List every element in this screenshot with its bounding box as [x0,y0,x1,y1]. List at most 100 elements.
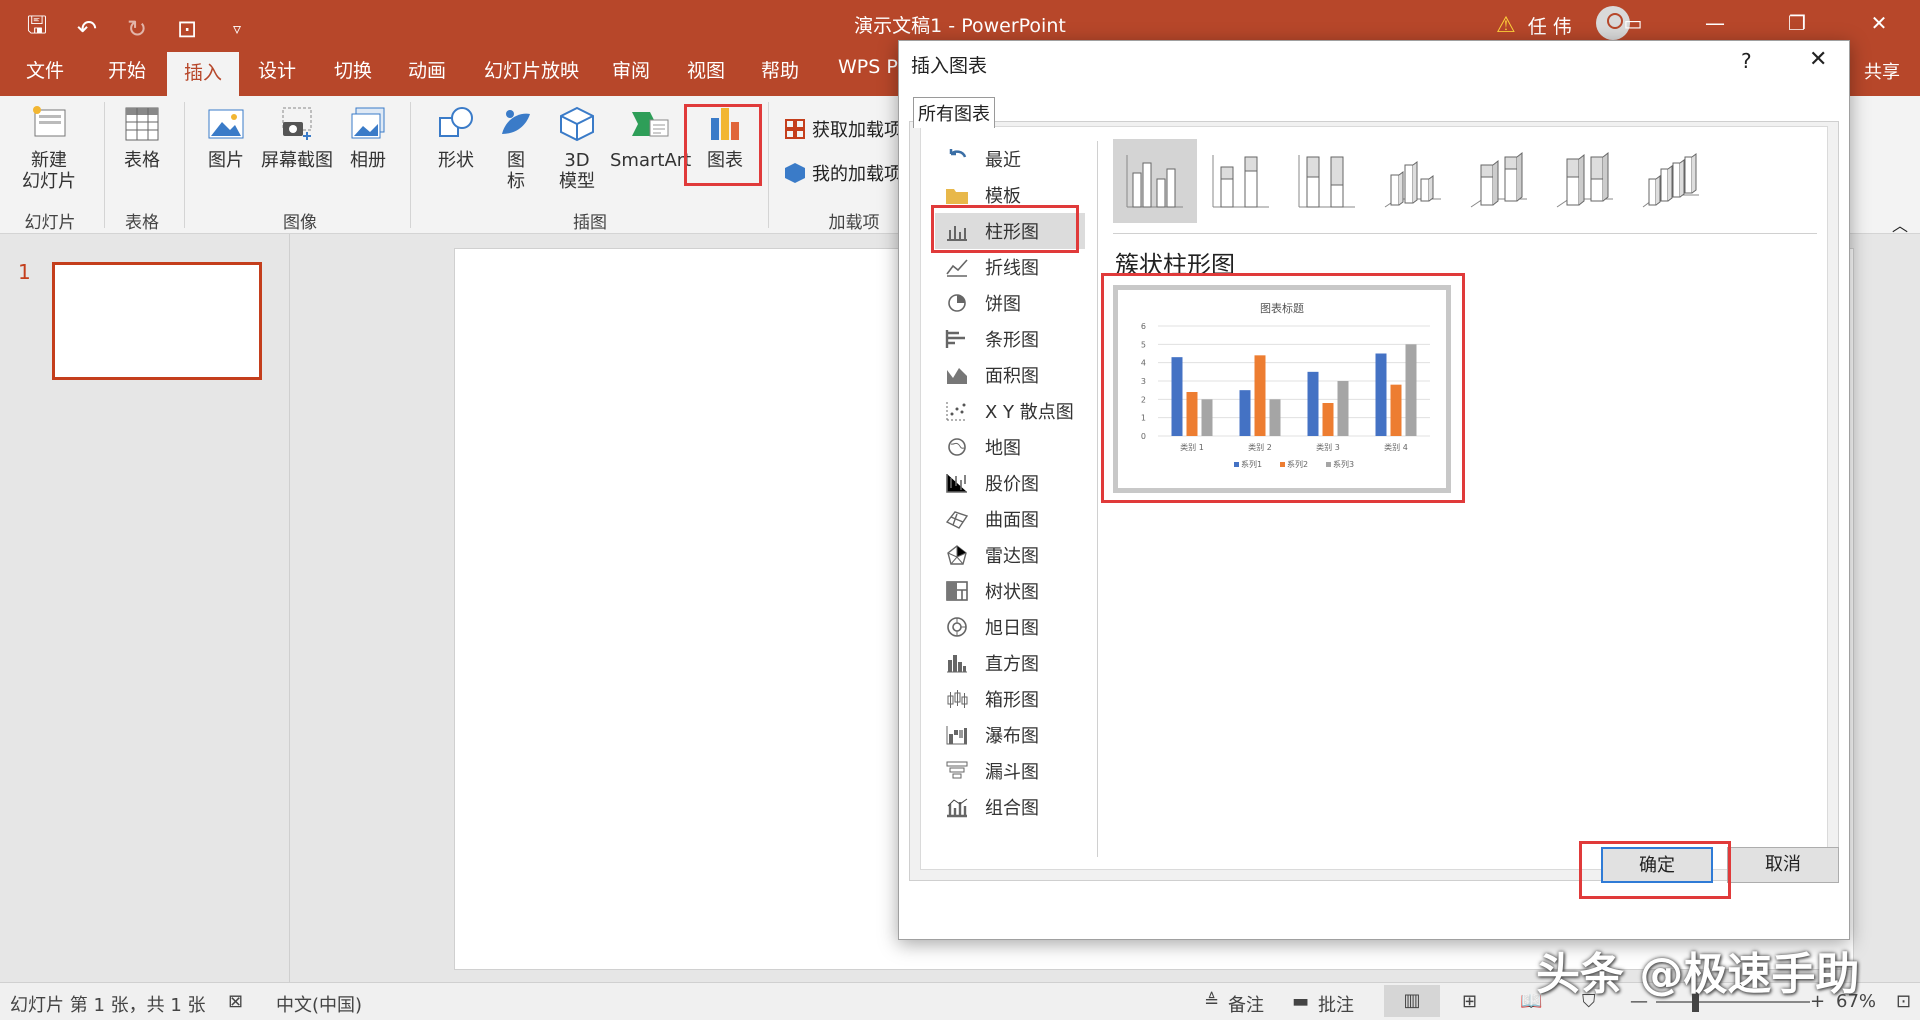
tab-home[interactable]: 开始 [108,56,146,83]
area-chart-icon [945,364,969,386]
notes-icon[interactable]: ≜ [1204,991,1219,1012]
category-treemap[interactable]: 树状图 [935,573,1085,609]
tab-animations[interactable]: 动画 [408,56,446,83]
tab-file[interactable]: 文件 [26,56,64,83]
subtype-3d-column[interactable] [1629,139,1713,223]
stock-chart-icon [945,472,969,494]
category-label: 雷达图 [985,546,1039,567]
slide-sorter-icon[interactable]: ⊞ [1462,991,1477,1012]
category-recent[interactable]: 最近 [935,141,1085,177]
category-histogram[interactable]: 直方图 [935,645,1085,681]
highlight-chart-preview [1101,273,1465,503]
subtype-3d-clustered-column[interactable] [1371,139,1455,223]
chart-subtype-list [1113,139,1713,223]
category-area[interactable]: 面积图 [935,357,1085,393]
store-icon [785,119,805,139]
tab-transitions[interactable]: 切换 [334,56,372,83]
surface-chart-icon [945,508,969,530]
help-icon[interactable]: ? [1741,49,1752,73]
table-label: 表格 [124,150,160,171]
collapse-ribbon-icon[interactable]: ︿ [1892,212,1908,236]
category-surface[interactable]: 曲面图 [935,501,1085,537]
slide-thumbnail[interactable] [52,262,262,380]
table-button[interactable]: 表格 [110,104,174,171]
tab-view[interactable]: 视图 [687,56,725,83]
album-button[interactable]: 相册 [340,104,396,171]
treemap-icon [945,580,969,602]
album-label: 相册 [350,150,386,171]
combo-chart-icon [945,796,969,818]
category-combo[interactable]: 组合图 [935,789,1085,825]
subtype-clustered-column[interactable] [1113,139,1197,223]
category-label: 条形图 [985,330,1039,351]
histogram-icon [945,652,969,674]
warning-icon[interactable]: ⚠ [1496,13,1516,38]
3d-column-icon [1642,153,1699,208]
category-sunburst[interactable]: 旭日图 [935,609,1085,645]
category-scatter[interactable]: X Y 散点图 [935,393,1085,429]
subtype-stacked-column[interactable] [1199,139,1283,223]
group-tables: 表格 [125,213,159,233]
subtype-3d-100-stacked-column[interactable] [1543,139,1627,223]
cancel-button[interactable]: 取消 [1727,847,1839,883]
category-stock[interactable]: 股价图 [935,465,1085,501]
category-funnel[interactable]: 漏斗图 [935,753,1085,789]
normal-view-icon[interactable]: ▥ [1384,985,1440,1017]
picture-button[interactable]: 图片 [196,104,256,171]
get-addins-button[interactable]: 获取加载项 [784,116,902,142]
new-slide-button[interactable]: 新建 幻灯片 [12,104,86,192]
icons-icon [502,110,530,134]
category-label: 曲面图 [985,510,1039,531]
user-name[interactable]: 任 伟 [1528,12,1572,39]
close-icon[interactable]: ✕ [1809,47,1827,72]
screenshot-label: 屏幕截图 [261,150,333,171]
waterfall-icon [945,724,969,746]
picture-icon [208,109,244,139]
category-label: 直方图 [985,654,1039,675]
fit-window-icon[interactable]: ⊡ [1896,991,1911,1012]
comments-icon[interactable]: ▬ [1292,991,1309,1012]
category-waterfall[interactable]: 瀑布图 [935,717,1085,753]
group-slides: 幻灯片 [24,213,76,233]
icons-label: 图 标 [507,150,525,192]
category-line[interactable]: 折线图 [935,249,1085,285]
screenshot-button[interactable]: 屏幕截图 [258,104,336,171]
group-images: 图像 [283,213,317,233]
cube-icon [560,106,594,142]
category-label: 地图 [985,438,1021,459]
category-bar[interactable]: 条形图 [935,321,1085,357]
tab-insert[interactable]: 插入 [167,52,240,96]
new-slide-icon [33,106,66,137]
shapes-button[interactable]: 形状 [428,104,484,171]
subtype-3d-stacked-column[interactable] [1457,139,1541,223]
notes-button[interactable]: 备注 [1228,991,1264,1017]
category-map[interactable]: 地图 [935,429,1085,465]
ribbon-separator [768,102,769,228]
tab-help[interactable]: 帮助 [761,56,799,83]
comments-button[interactable]: 批注 [1318,991,1354,1017]
tab-design[interactable]: 设计 [258,56,296,83]
tab-all-charts[interactable]: 所有图表 [913,97,995,128]
close-window-icon[interactable]: ✕ [1838,0,1920,46]
tab-slideshow[interactable]: 幻灯片放映 [484,56,579,83]
share-button[interactable]: 共享 [1864,58,1900,84]
3d-model-button[interactable]: 3D 模型 [548,104,606,192]
album-icon [351,107,385,139]
slide-number: 1 [18,260,31,284]
icons-button[interactable]: 图 标 [492,104,540,192]
language-indicator[interactable]: 中文(中国) [276,991,362,1017]
category-radar[interactable]: 雷达图 [935,537,1085,573]
category-label: 面积图 [985,366,1039,387]
category-label: 股价图 [985,474,1039,495]
tab-review[interactable]: 审阅 [612,56,650,83]
my-addins-label: 我的加载项 [812,164,902,185]
category-label: 折线图 [985,258,1039,279]
screenshot-icon [282,107,312,140]
spellcheck-icon[interactable]: ⊠ [228,991,243,1012]
subtype-100-stacked-column[interactable] [1285,139,1369,223]
category-boxwhisker[interactable]: 箱形图 [935,681,1085,717]
my-addins-button[interactable]: 我的加载项 [784,160,902,186]
smartart-button[interactable]: SmartArt [610,104,691,171]
category-pie[interactable]: 饼图 [935,285,1085,321]
addins-icon [785,163,805,183]
